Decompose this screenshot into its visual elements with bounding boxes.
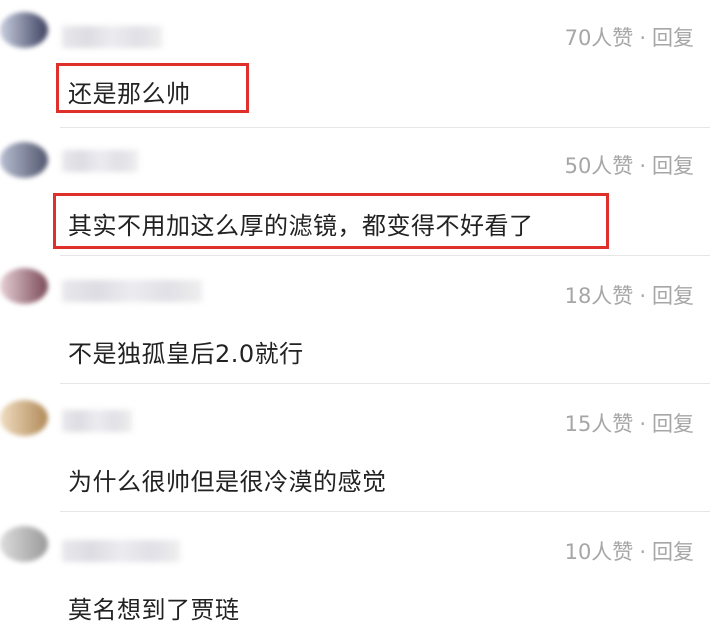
comment-meta: 18人赞 · 回复 (565, 280, 694, 310)
like-count[interactable]: 50人赞 (565, 150, 634, 180)
comment-text: 其实不用加这么厚的滤镜，都变得不好看了 (68, 212, 534, 240)
username-blurred[interactable] (62, 150, 138, 172)
like-count[interactable]: 15人赞 (565, 408, 634, 438)
avatar[interactable] (0, 400, 48, 436)
username-blurred[interactable] (62, 540, 180, 562)
meta-separator: · (639, 284, 646, 308)
comment-item: 15人赞 · 回复 为什么很帅但是很冷漠的感觉 (0, 384, 710, 512)
reply-button[interactable]: 回复 (652, 150, 694, 180)
comment-text: 为什么很帅但是很冷漠的感觉 (68, 468, 387, 496)
avatar[interactable] (0, 268, 48, 304)
username-blurred[interactable] (62, 410, 132, 432)
comment-meta: 50人赞 · 回复 (565, 150, 694, 180)
reply-button[interactable]: 回复 (652, 280, 694, 310)
comment-item: 18人赞 · 回复 不是独孤皇后2.0就行 (0, 256, 710, 384)
comment-meta: 70人赞 · 回复 (565, 22, 694, 52)
comment-item: 50人赞 · 回复 其实不用加这么厚的滤镜，都变得不好看了 (0, 128, 710, 256)
comment-item: 70人赞 · 回复 还是那么帅 (0, 0, 710, 128)
reply-button[interactable]: 回复 (652, 22, 694, 52)
reply-button[interactable]: 回复 (652, 408, 694, 438)
avatar[interactable] (0, 142, 48, 178)
avatar[interactable] (0, 12, 48, 48)
comment-item: 10人赞 · 回复 莫名想到了贾琏 (0, 512, 710, 626)
comment-text: 还是那么帅 (68, 80, 191, 108)
comment-meta: 15人赞 · 回复 (565, 408, 694, 438)
meta-separator: · (639, 540, 646, 564)
comment-text: 不是独孤皇后2.0就行 (68, 340, 304, 368)
comment-text: 莫名想到了贾琏 (68, 596, 240, 624)
like-count[interactable]: 18人赞 (565, 280, 634, 310)
meta-separator: · (639, 26, 646, 50)
comment-meta: 10人赞 · 回复 (565, 536, 694, 566)
meta-separator: · (639, 154, 646, 178)
avatar[interactable] (0, 526, 48, 562)
username-blurred[interactable] (62, 280, 202, 302)
like-count[interactable]: 10人赞 (565, 536, 634, 566)
username-blurred[interactable] (62, 26, 162, 48)
like-count[interactable]: 70人赞 (565, 22, 634, 52)
reply-button[interactable]: 回复 (652, 536, 694, 566)
meta-separator: · (639, 412, 646, 436)
